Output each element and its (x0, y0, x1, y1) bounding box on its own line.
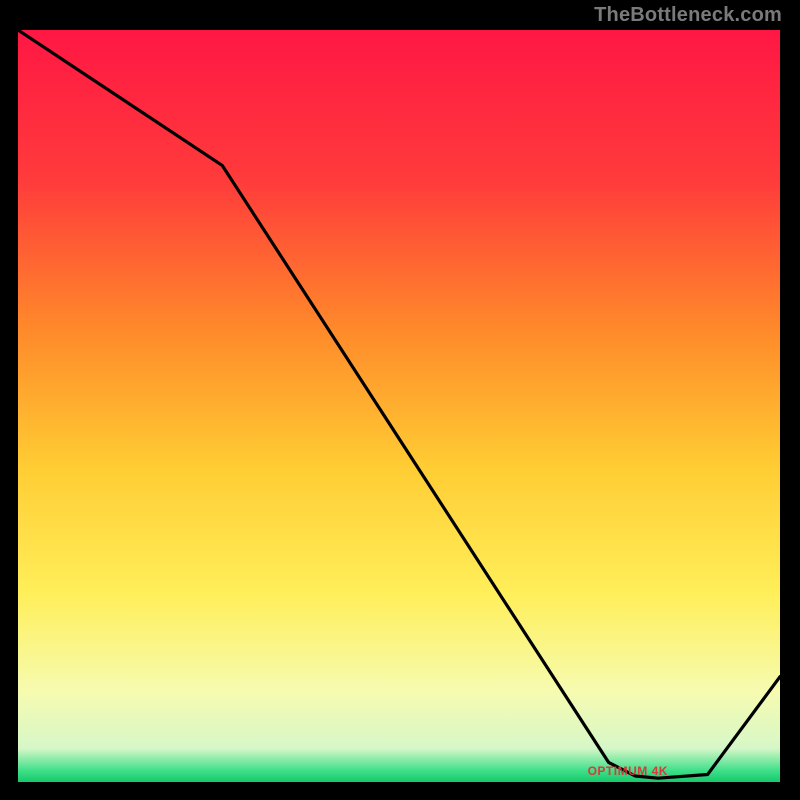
chart-stage: TheBottleneck.com OPTIMUM 4K (0, 0, 800, 800)
gradient-fill (18, 30, 780, 782)
optimum-band-label: OPTIMUM 4K (588, 764, 668, 778)
attribution-label: TheBottleneck.com (594, 4, 782, 27)
plot-area: OPTIMUM 4K (18, 30, 780, 782)
chart-svg (18, 30, 780, 782)
